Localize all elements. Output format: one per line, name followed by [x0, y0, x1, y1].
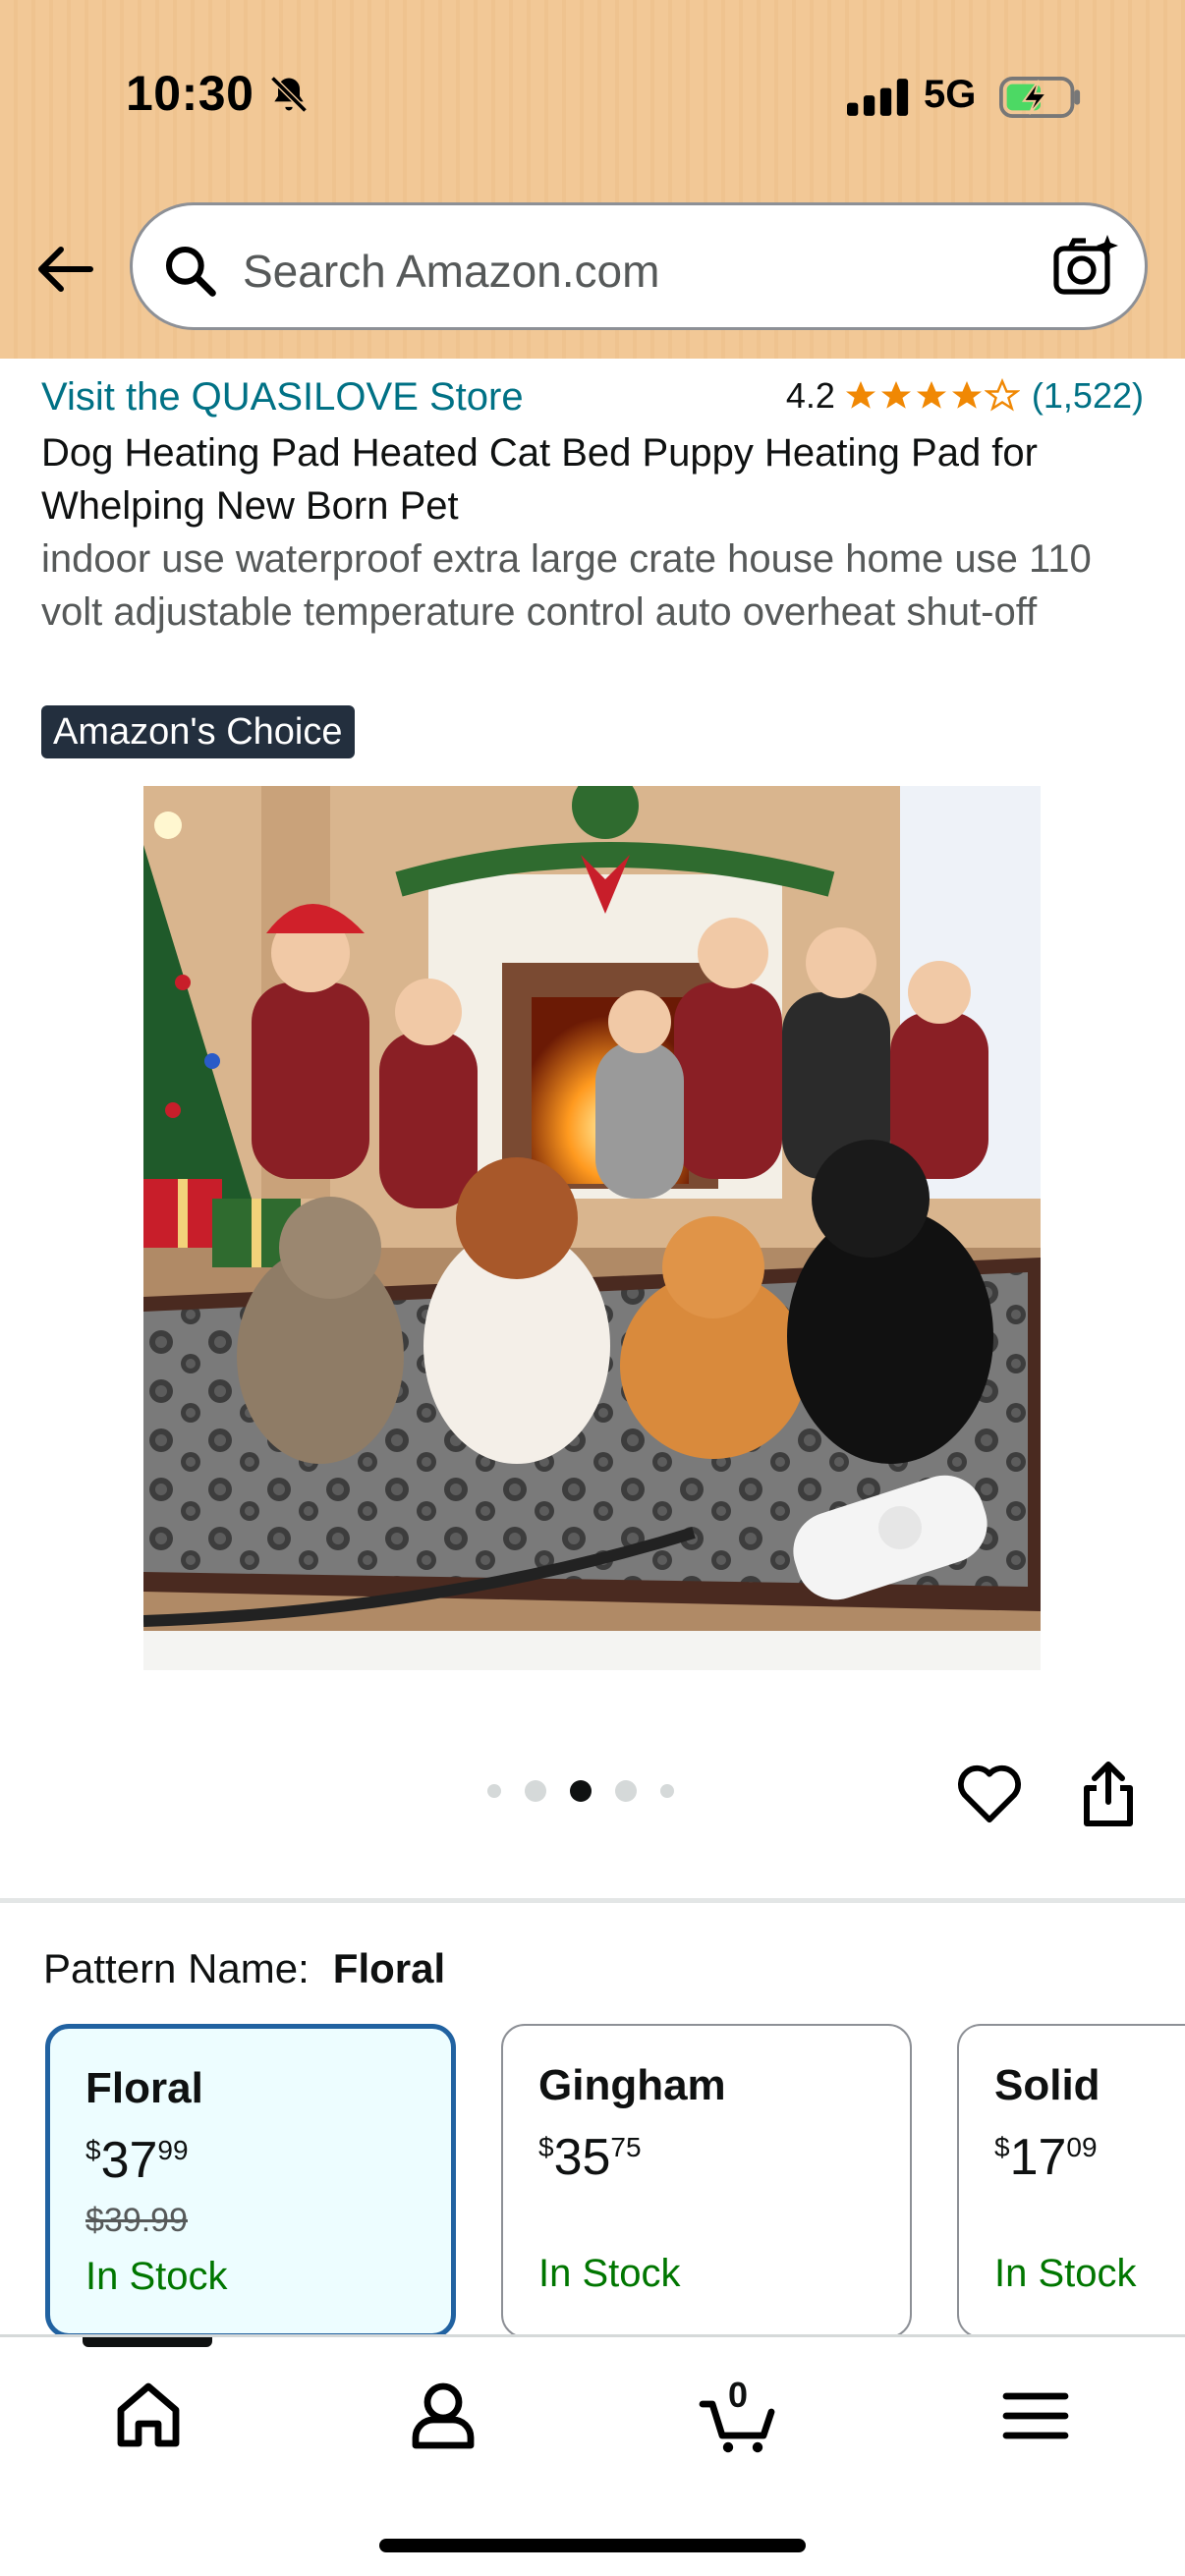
- rating-stars: [843, 378, 1020, 414]
- back-arrow-icon[interactable]: [35, 244, 94, 295]
- amazons-choice-badge: Amazon's Choice: [41, 705, 355, 758]
- star-empty-icon: [984, 378, 1020, 412]
- home-icon[interactable]: [109, 2377, 188, 2455]
- network-type: 5G: [924, 73, 977, 116]
- rating-value: 4.2: [785, 375, 835, 416]
- product-subtitle: indoor use waterproof extra large crate …: [41, 537, 1092, 634]
- star-full-icon: [916, 381, 946, 409]
- star-full-icon: [951, 381, 982, 409]
- cart-button[interactable]: 0: [699, 2375, 777, 2455]
- variant-name: Gingham: [538, 2061, 726, 2109]
- variant-stock-status: In Stock: [994, 2252, 1137, 2295]
- variant-name: Solid: [994, 2061, 1100, 2109]
- variant-card-gingham[interactable]: Gingham $3575 In Stock: [501, 2024, 912, 2338]
- search-input[interactable]: Search Amazon.com: [243, 245, 659, 298]
- account-icon[interactable]: [404, 2377, 482, 2455]
- variant-stock-status: In Stock: [538, 2252, 681, 2295]
- battery-charging-icon: [999, 77, 1081, 118]
- carousel-dot-active[interactable]: [570, 1780, 592, 1802]
- variant-price: $1709: [994, 2129, 1098, 2186]
- review-count: (1,522): [1031, 375, 1144, 416]
- menu-icon[interactable]: [996, 2377, 1075, 2455]
- pattern-selected: Floral: [332, 1945, 446, 1991]
- carousel-dot[interactable]: [660, 1784, 674, 1798]
- variant-card-solid[interactable]: Solid $1709 In Stock: [957, 2024, 1185, 2338]
- cart-count: 0: [727, 2375, 749, 2415]
- pattern-name-row: Pattern Name: Floral: [43, 1945, 445, 1992]
- star-full-icon: [880, 381, 911, 409]
- variant-list-price: $39.99: [85, 2202, 188, 2239]
- signal-icon: [847, 79, 909, 116]
- pattern-label: Pattern Name:: [43, 1945, 310, 1991]
- status-bar: 10:30 5G: [0, 0, 1185, 196]
- header: 10:30 5G Search Amazon.com: [0, 0, 1185, 359]
- share-icon[interactable]: [1079, 1761, 1138, 1827]
- image-carousel-indicator[interactable]: [487, 1780, 698, 1802]
- carousel-dot[interactable]: [525, 1780, 546, 1802]
- star-full-icon: [845, 381, 875, 409]
- bell-muted-icon: [270, 76, 308, 113]
- camera-search-icon[interactable]: [1052, 233, 1119, 300]
- variant-name: Floral: [85, 2064, 203, 2112]
- home-indicator: [379, 2539, 806, 2552]
- variant-card-floral[interactable]: Floral $3799 $39.99 In Stock: [45, 2024, 456, 2338]
- product-image[interactable]: [143, 786, 1041, 1670]
- status-time: 10:30: [126, 66, 254, 121]
- carousel-dot[interactable]: [615, 1780, 637, 1802]
- section-divider: [0, 1898, 1185, 1903]
- variant-stock-status: In Stock: [85, 2255, 228, 2298]
- variant-price: $3575: [538, 2129, 642, 2186]
- heart-icon[interactable]: [957, 1764, 1022, 1825]
- product-title: Dog Heating Pad Heated Cat Bed Puppy Hea…: [41, 431, 1038, 528]
- product-photo-illustration: [143, 786, 1041, 1670]
- search-icon: [165, 246, 216, 297]
- rating-summary[interactable]: 4.2 (1,522): [786, 375, 1144, 417]
- carousel-dot[interactable]: [487, 1784, 501, 1798]
- active-tab-indicator: [83, 2337, 212, 2347]
- variant-price: $3799: [85, 2132, 189, 2189]
- search-bar[interactable]: Search Amazon.com: [130, 202, 1148, 330]
- store-link[interactable]: Visit the QUASILOVE Store: [41, 375, 524, 420]
